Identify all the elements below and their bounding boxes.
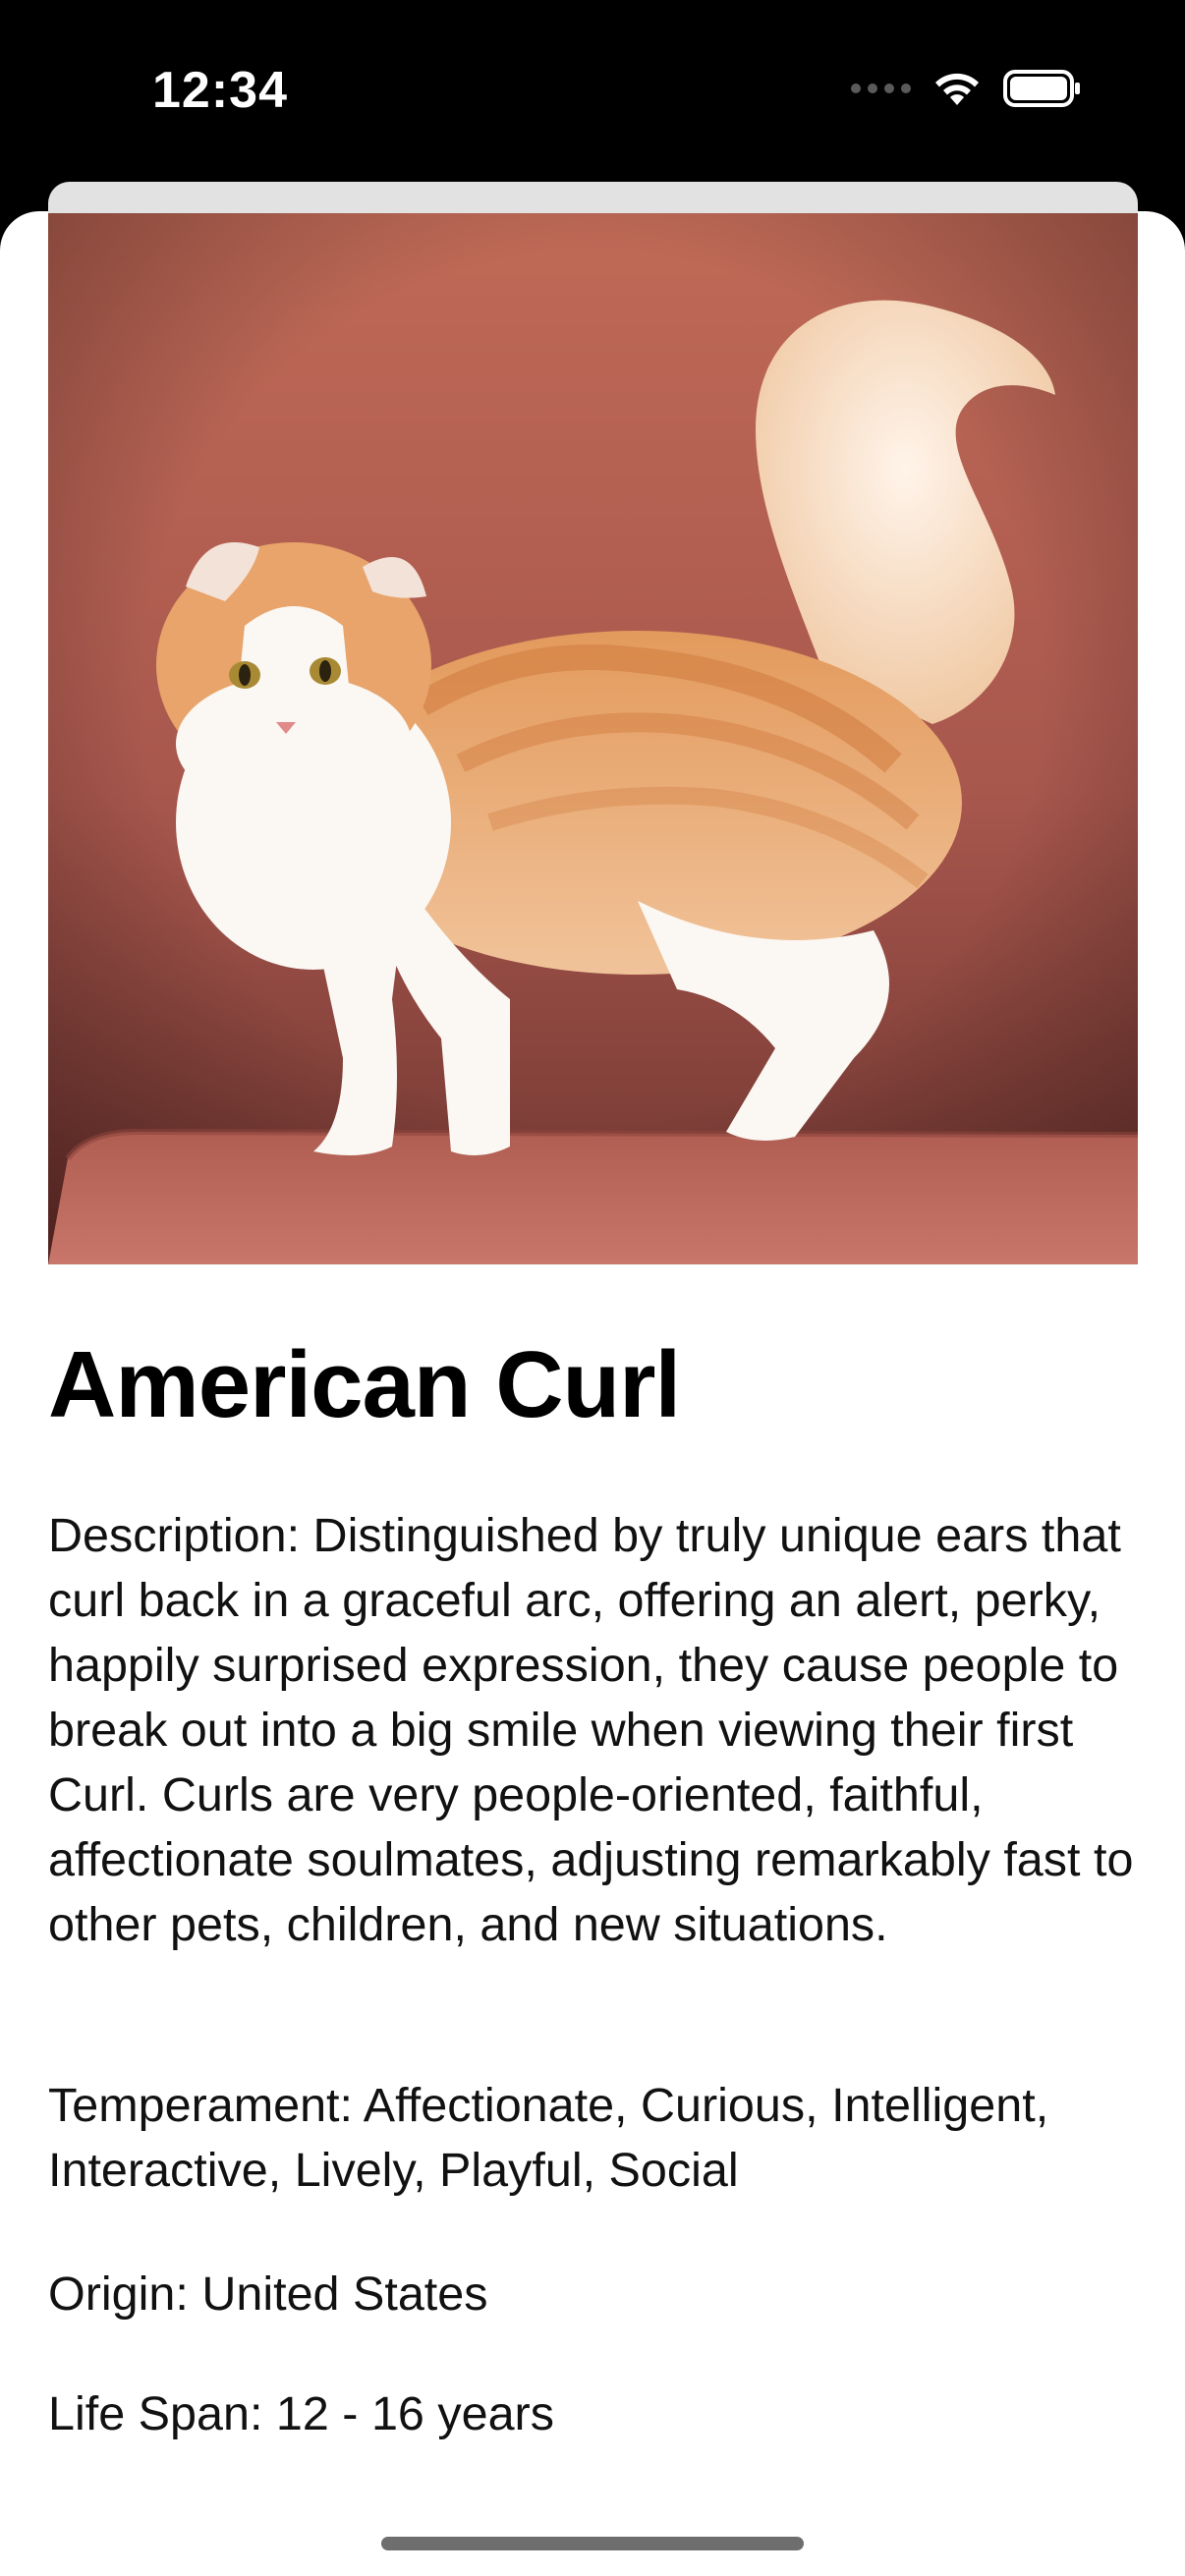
home-indicator[interactable]: [381, 2537, 804, 2550]
status-icons: [851, 69, 1082, 108]
breed-image-frame: [48, 182, 1138, 1264]
battery-icon: [1003, 70, 1080, 107]
breed-life-span: Life Span: 12 - 16 years: [48, 2387, 554, 2440]
cellular-signal-icon: [851, 84, 911, 93]
breed-description: Description: Distinguished by truly uniq…: [48, 1509, 1134, 1951]
wifi-icon: [935, 73, 979, 105]
breed-origin: Origin: United States: [48, 2268, 488, 2321]
breed-temperament: Temperament: Affectionate, Curious, Inte…: [48, 2079, 1049, 2197]
status-time: 12:34: [152, 62, 288, 119]
status-bar: 12:34: [0, 0, 1185, 187]
breed-title: American Curl: [48, 1332, 681, 1437]
cat-photo: [48, 213, 1138, 1264]
